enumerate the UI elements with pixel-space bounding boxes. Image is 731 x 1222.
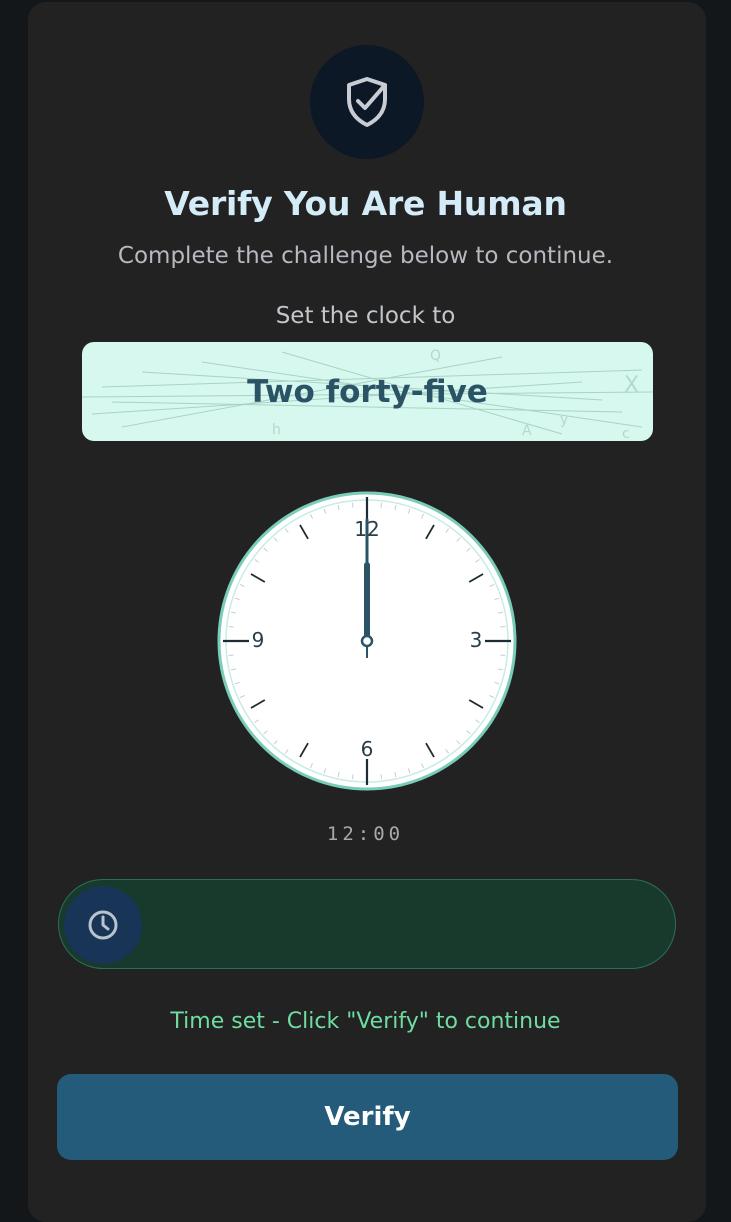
clock-minute-tick (351, 774, 354, 780)
clock-minute-tick (380, 502, 383, 508)
target-time-captcha: Q X y A h c Two forty-five (82, 342, 653, 441)
clock-minute-tick (500, 625, 506, 628)
clock-minute-tick (380, 774, 383, 780)
analog-clock[interactable]: 12 3 6 9 (216, 490, 518, 792)
shield-badge (310, 45, 424, 159)
page-subtitle: Complete the challenge below to continue… (117, 243, 614, 269)
clock-minute-tick (351, 502, 354, 508)
target-time-text: Two forty-five (247, 373, 488, 410)
clock-minute-tick (228, 654, 234, 657)
clock-minute-tick (228, 625, 234, 628)
clock-numeral-9: 9 (252, 628, 265, 652)
verify-button[interactable]: Verify (57, 1074, 678, 1160)
clock-numeral-6: 6 (361, 737, 374, 761)
shield-check-icon (347, 77, 387, 127)
clock-minute-tick (500, 654, 506, 657)
page-title: Verify You Are Human (164, 184, 567, 223)
clock-icon (88, 910, 118, 940)
time-slider-handle[interactable] (64, 886, 142, 964)
time-slider-track[interactable] (58, 879, 676, 969)
status-message: Time set - Click "Verify" to continue (170, 1009, 561, 1034)
challenge-prompt-label: Set the clock to (275, 303, 456, 329)
clock-center-pin (360, 634, 374, 648)
digital-time-readout: 12:00 (326, 823, 405, 845)
clock-numeral-3: 3 (470, 628, 483, 652)
